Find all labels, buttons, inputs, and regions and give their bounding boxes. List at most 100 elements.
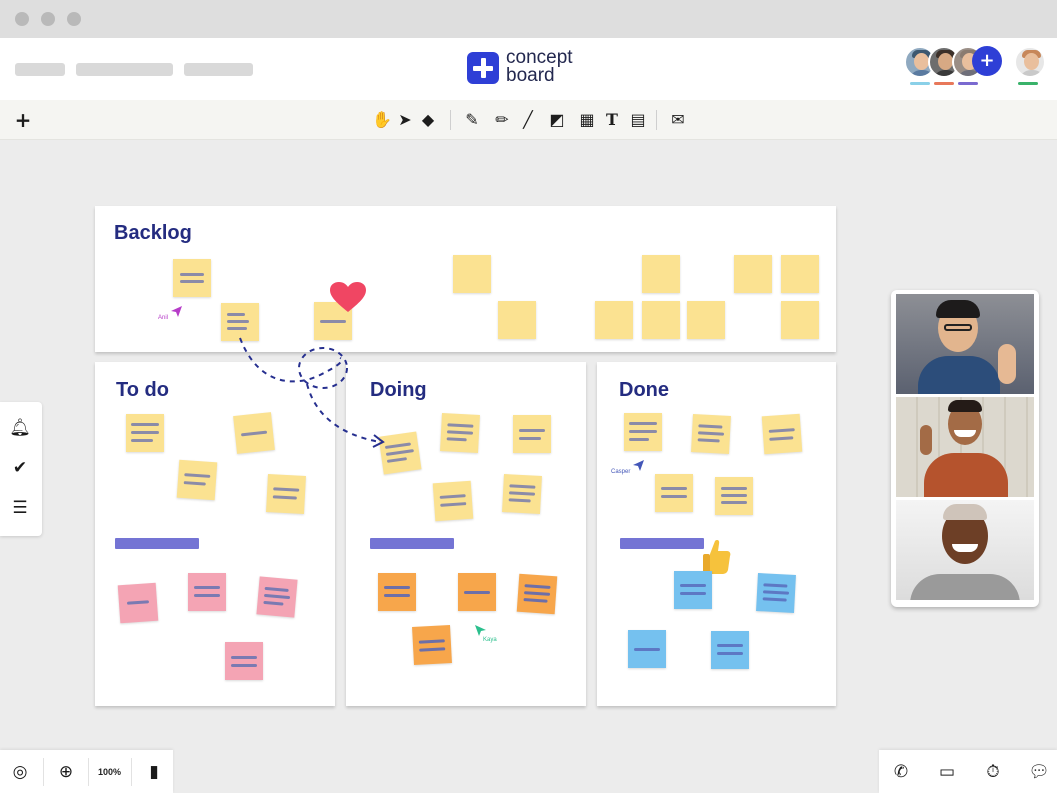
sticky-note[interactable] (378, 573, 416, 611)
sticky-note[interactable] (628, 630, 666, 668)
sticky-note[interactable] (624, 413, 662, 451)
collaborator-cursor-label: Casper (611, 469, 631, 475)
video-call-panel[interactable] (891, 290, 1039, 607)
zoom-icon[interactable]: ⊕ (54, 760, 78, 784)
chat-icon[interactable]: 💬︎ (1027, 760, 1051, 784)
sticky-note[interactable] (655, 474, 693, 512)
eraser-tool-icon[interactable]: ◆ (417, 109, 439, 131)
todo-title: To do (116, 379, 169, 401)
window-close-button[interactable] (15, 12, 29, 26)
comment-tool-icon[interactable]: ✉ (667, 109, 689, 131)
window-titlebar (0, 0, 1057, 38)
select-tool-icon[interactable]: ➤ (394, 109, 416, 131)
sticky-note[interactable] (595, 301, 633, 339)
self-avatar[interactable] (1014, 46, 1046, 78)
app-logo-text: concept board (506, 48, 616, 86)
cursor-arrow-icon (171, 306, 182, 317)
sticky-note[interactable] (513, 415, 551, 453)
sticky-note[interactable] (734, 255, 772, 293)
sticky-note[interactable] (126, 414, 164, 452)
list-icon[interactable]: ☰ (8, 496, 32, 520)
highlighter-tool-icon[interactable]: ✏ (491, 109, 513, 131)
shapes-tool-icon[interactable]: ◩ (546, 109, 568, 131)
cursor-arrow-icon (633, 460, 644, 471)
collaborator-cursor-label: Kaya (483, 637, 497, 643)
divider (88, 758, 89, 786)
timer-icon[interactable]: ⏱ (981, 760, 1005, 784)
main-toolbar: + ✋ ➤ ◆ ✎ ✏ ╱ ◩ ▦ T ▤ ✉ (0, 100, 1057, 140)
logo-word-board: board (506, 65, 555, 86)
sticky-note[interactable] (225, 642, 263, 680)
text-tool-icon[interactable]: T (601, 109, 623, 131)
collaborator-cursor-label: Anil (158, 315, 169, 321)
backlog-title: Backlog (114, 222, 192, 244)
sticky-note[interactable] (761, 413, 803, 455)
sticky-note[interactable] (687, 301, 725, 339)
window-maximize-button[interactable] (67, 12, 81, 26)
left-sidebar: 🔔︎ ✔ ☰ (0, 402, 42, 536)
sticky-note[interactable] (412, 625, 452, 665)
toolbar-divider (656, 110, 657, 130)
dashed-arrow-connector[interactable] (230, 330, 400, 455)
column-divider-bar (115, 538, 199, 549)
window-minimize-button[interactable] (41, 12, 55, 26)
conceptboard-logo-icon (467, 52, 499, 84)
add-button[interactable]: + (12, 109, 34, 131)
sticky-note[interactable] (691, 414, 731, 454)
video-participant[interactable] (896, 500, 1034, 600)
user-color-indicator (958, 82, 978, 85)
user-color-indicator (934, 82, 954, 85)
divider (43, 758, 44, 786)
toolbar-divider (450, 110, 451, 130)
mouse-icon[interactable]: ▮ (142, 760, 166, 784)
sticky-note[interactable] (266, 474, 306, 514)
column-divider-bar (620, 538, 704, 549)
sticky-note[interactable] (642, 301, 680, 339)
done-title: Done (619, 379, 669, 401)
sticky-note[interactable] (176, 459, 218, 501)
column-divider-bar (370, 538, 454, 549)
pen-tool-icon[interactable]: ✎ (461, 109, 483, 131)
sticky-note[interactable] (715, 477, 753, 515)
user-color-indicator (1018, 82, 1038, 85)
breadcrumb-placeholder[interactable] (184, 63, 253, 76)
sticky-note[interactable] (498, 301, 536, 339)
phone-icon[interactable]: ✆ (889, 760, 913, 784)
user-color-indicator (910, 82, 930, 85)
sticky-note-tool-icon[interactable]: ▤ (627, 109, 649, 131)
sticky-note[interactable] (256, 576, 298, 618)
sticky-note[interactable] (188, 573, 226, 611)
sticky-note[interactable] (432, 480, 474, 522)
sticky-note[interactable] (781, 255, 819, 293)
hand-tool-icon[interactable]: ✋ (371, 109, 393, 131)
table-tool-icon[interactable]: ▦ (576, 109, 598, 131)
bell-icon[interactable]: 🔔︎ (8, 416, 32, 440)
heart-reaction-icon (330, 282, 366, 312)
zoom-level[interactable]: 100% (98, 767, 121, 777)
collaboration-controls: ✆ ▭ ⏱ 💬︎ (879, 750, 1057, 793)
presentation-icon[interactable]: ▭ (935, 760, 959, 784)
sticky-note[interactable] (756, 573, 796, 613)
check-circle-icon[interactable]: ✔ (8, 456, 32, 480)
breadcrumb-placeholder[interactable] (15, 63, 65, 76)
video-participant[interactable] (896, 294, 1034, 394)
app-header: concept board + (0, 38, 1057, 100)
breadcrumb-placeholder[interactable] (76, 63, 173, 76)
sticky-note[interactable] (173, 259, 211, 297)
sticky-note[interactable] (642, 255, 680, 293)
divider (131, 758, 132, 786)
sticky-note[interactable] (502, 474, 542, 514)
cursor-arrow-icon (475, 625, 486, 636)
sticky-note[interactable] (440, 413, 480, 453)
sticky-note[interactable] (117, 582, 159, 624)
sticky-note[interactable] (516, 573, 558, 615)
compass-icon[interactable]: ◎ (8, 760, 32, 784)
sticky-note[interactable] (453, 255, 491, 293)
sticky-note[interactable] (711, 631, 749, 669)
video-participant[interactable] (896, 397, 1034, 497)
sticky-note[interactable] (458, 573, 496, 611)
sticky-note[interactable] (781, 301, 819, 339)
invite-user-button[interactable]: + (972, 46, 1002, 76)
sticky-note[interactable] (674, 571, 712, 609)
line-tool-icon[interactable]: ╱ (517, 109, 539, 131)
